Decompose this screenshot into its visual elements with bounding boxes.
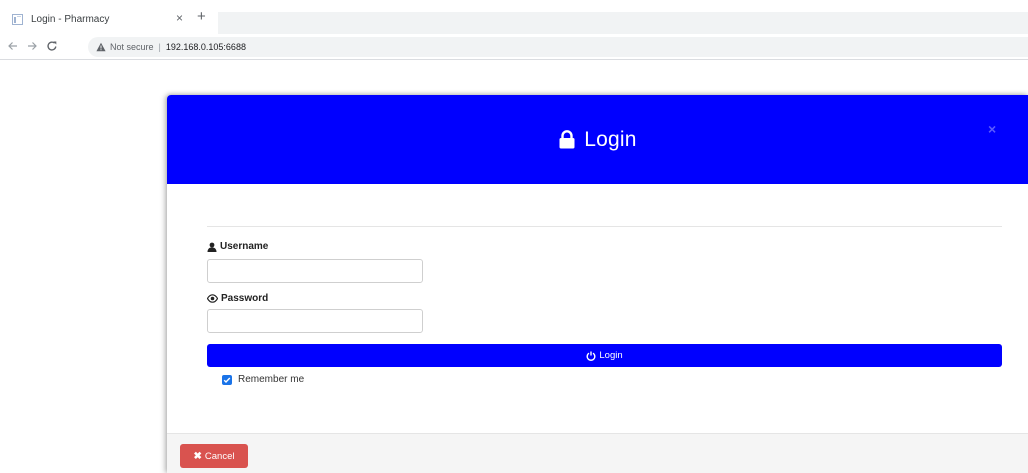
- login-button[interactable]: Login: [207, 344, 1002, 367]
- address-bar[interactable]: Not secure | 192.168.0.105:6688: [88, 37, 1028, 57]
- username-label-text: Username: [220, 241, 269, 252]
- modal-header: Login ×: [167, 95, 1028, 184]
- login-modal: Login × Username Password Login Remember…: [167, 95, 1028, 473]
- tabstrip-background: [218, 12, 1028, 34]
- checkmark-icon: [223, 377, 231, 383]
- username-input[interactable]: [207, 259, 423, 283]
- power-icon: [586, 351, 596, 361]
- tab-title: Login - Pharmacy: [31, 13, 110, 25]
- modal-close-icon[interactable]: ×: [988, 122, 996, 136]
- modal-footer: [167, 433, 1028, 473]
- form-divider: [207, 226, 1002, 227]
- page-favicon-icon: [12, 13, 23, 25]
- password-label: Password: [207, 293, 268, 304]
- cancel-button-label: Cancel: [204, 450, 235, 462]
- tab-close-icon[interactable]: ×: [176, 12, 183, 24]
- remember-me-label[interactable]: Remember me: [238, 374, 304, 385]
- username-label: Username: [207, 241, 268, 252]
- reload-icon[interactable]: [45, 39, 59, 53]
- password-label-text: Password: [221, 293, 269, 304]
- browser-toolbar: Not secure | 192.168.0.105:6688: [0, 34, 1028, 60]
- browser-tab[interactable]: Login - Pharmacy: [0, 8, 190, 30]
- password-input[interactable]: [207, 309, 423, 333]
- browser-tabstrip: Login - Pharmacy × +: [0, 0, 1028, 34]
- modal-title: Login: [558, 128, 636, 152]
- user-icon: [207, 242, 217, 252]
- forward-arrow-icon[interactable]: [25, 39, 39, 53]
- remember-me-row: Remember me: [222, 374, 304, 385]
- lock-icon: [559, 130, 575, 149]
- eye-icon: [207, 294, 218, 303]
- login-button-label: Login: [599, 350, 623, 361]
- page-content: Login × Username Password Login Remember…: [0, 60, 1028, 473]
- address-separator: |: [158, 42, 161, 52]
- back-arrow-icon[interactable]: [6, 39, 20, 53]
- warning-triangle-icon: [96, 42, 106, 52]
- not-secure-label: Not secure: [110, 42, 154, 52]
- modal-title-text: Login: [584, 127, 637, 151]
- remember-me-checkbox[interactable]: [222, 374, 232, 385]
- url-text: 192.168.0.105:6688: [165, 42, 246, 52]
- x-icon: ✖: [193, 450, 202, 462]
- cancel-button[interactable]: ✖ Cancel: [180, 444, 248, 468]
- new-tab-button[interactable]: +: [197, 9, 206, 24]
